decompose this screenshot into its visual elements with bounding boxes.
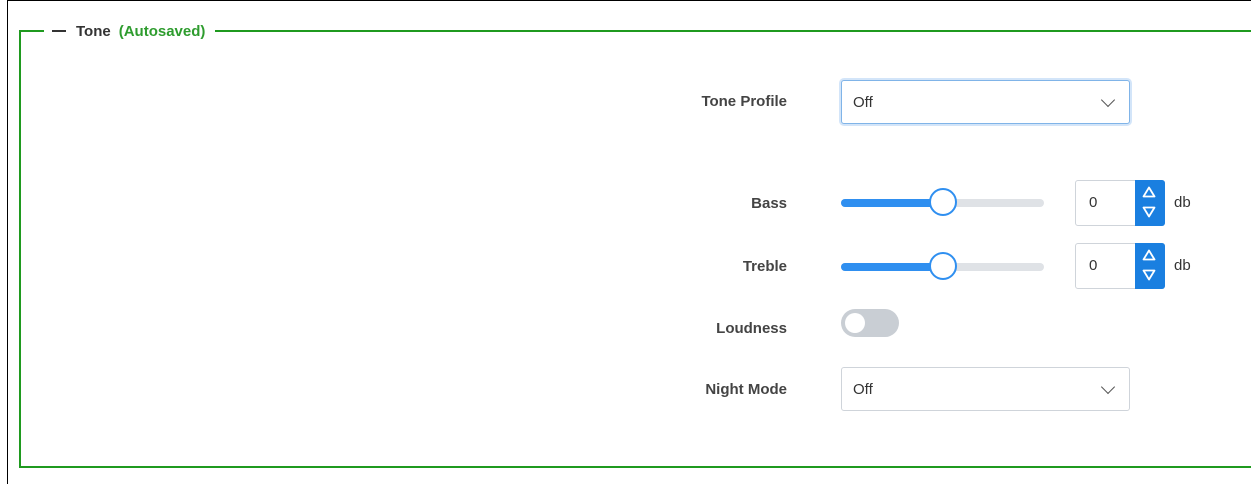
- triangle-down-icon[interactable]: [1142, 269, 1156, 281]
- tone-profile-value: Off: [853, 93, 873, 111]
- treble-label: Treble: [742, 258, 787, 275]
- bass-value[interactable]: 0: [1089, 194, 1097, 211]
- chevron-down-icon: [1100, 92, 1116, 108]
- loudness-label: Loudness: [716, 320, 787, 337]
- treble-slider[interactable]: [841, 252, 1044, 280]
- treble-slider-fill: [841, 263, 943, 271]
- tone-section-header[interactable]: Tone (Autosaved): [44, 20, 216, 42]
- treble-value[interactable]: 0: [1089, 257, 1097, 274]
- bass-unit: db: [1174, 194, 1191, 211]
- bass-slider-fill: [841, 199, 943, 207]
- triangle-down-icon[interactable]: [1142, 206, 1156, 218]
- tone-settings-page: Tone (Autosaved) Tone Profile Off Bass 0…: [0, 0, 1251, 484]
- autosaved-status: (Autosaved): [118, 22, 206, 40]
- chevron-down-icon: [1100, 379, 1116, 395]
- treble-unit: db: [1174, 257, 1191, 274]
- loudness-toggle-knob[interactable]: [845, 313, 865, 333]
- bass-label: Bass: [751, 195, 787, 212]
- page-border-left: [7, 0, 8, 484]
- tone-profile-select[interactable]: Off: [841, 80, 1130, 124]
- bass-slider[interactable]: [841, 188, 1044, 216]
- triangle-up-icon[interactable]: [1142, 186, 1156, 198]
- minus-icon[interactable]: [52, 30, 66, 32]
- bass-stepper-buttons: [1135, 180, 1165, 226]
- bass-stepper[interactable]: 0: [1075, 180, 1165, 226]
- treble-stepper[interactable]: 0: [1075, 243, 1165, 289]
- tone-profile-label: Tone Profile: [701, 93, 787, 110]
- section-title: Tone: [76, 22, 111, 40]
- bass-slider-thumb[interactable]: [929, 188, 957, 216]
- triangle-up-icon[interactable]: [1142, 249, 1156, 261]
- treble-stepper-buttons: [1135, 243, 1165, 289]
- loudness-toggle[interactable]: [841, 309, 899, 337]
- treble-slider-thumb[interactable]: [929, 252, 957, 280]
- night-mode-select[interactable]: Off: [841, 367, 1130, 411]
- page-border-top: [7, 0, 1251, 1]
- night-mode-value: Off: [853, 380, 873, 398]
- night-mode-label: Night Mode: [705, 381, 787, 398]
